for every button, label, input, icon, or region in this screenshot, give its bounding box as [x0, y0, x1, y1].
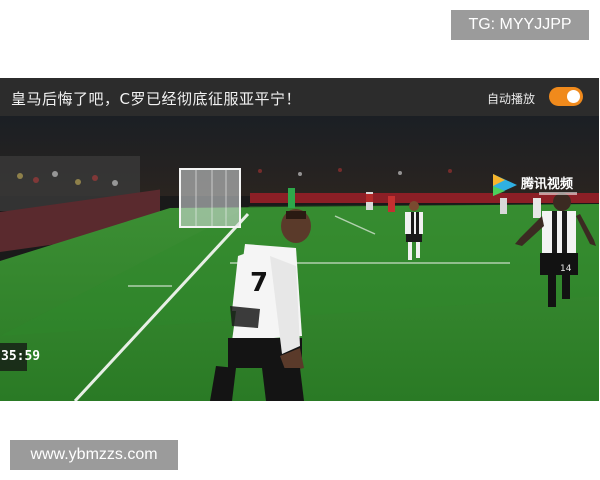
channel-name: 腾讯视频 [521, 177, 574, 192]
video-title: 皇马后悔了吧，C罗已经彻底征服亚平宁！ [11, 90, 301, 108]
video-frame[interactable]: 14 7 腾讯视频 35:59 [0, 116, 599, 401]
autoplay-toggle[interactable] [549, 87, 583, 106]
video-scene: 14 7 [0, 116, 599, 401]
watermark-top: TG: MYYJJPP [451, 10, 589, 40]
svg-text:7: 7 [250, 268, 268, 298]
goal-net [179, 168, 241, 228]
autoplay-label: 自动播放 [487, 92, 536, 106]
watermark-bottom: www.ybmzzs.com [10, 440, 178, 470]
match-clock: 35:59 [0, 343, 40, 371]
toggle-knob [567, 90, 580, 103]
video-player[interactable]: 皇马后悔了吧，C罗已经彻底征服亚平宁！ 自动播放 14 7 腾讯视频 35:59 [0, 78, 599, 401]
play-logo-icon [493, 174, 517, 196]
channel-logo: 腾讯视频 [491, 172, 586, 202]
channel-subtitle-mark [539, 192, 577, 195]
svg-text:14: 14 [560, 264, 572, 274]
player-header: 皇马后悔了吧，C罗已经彻底征服亚平宁！ 自动播放 [0, 78, 599, 116]
